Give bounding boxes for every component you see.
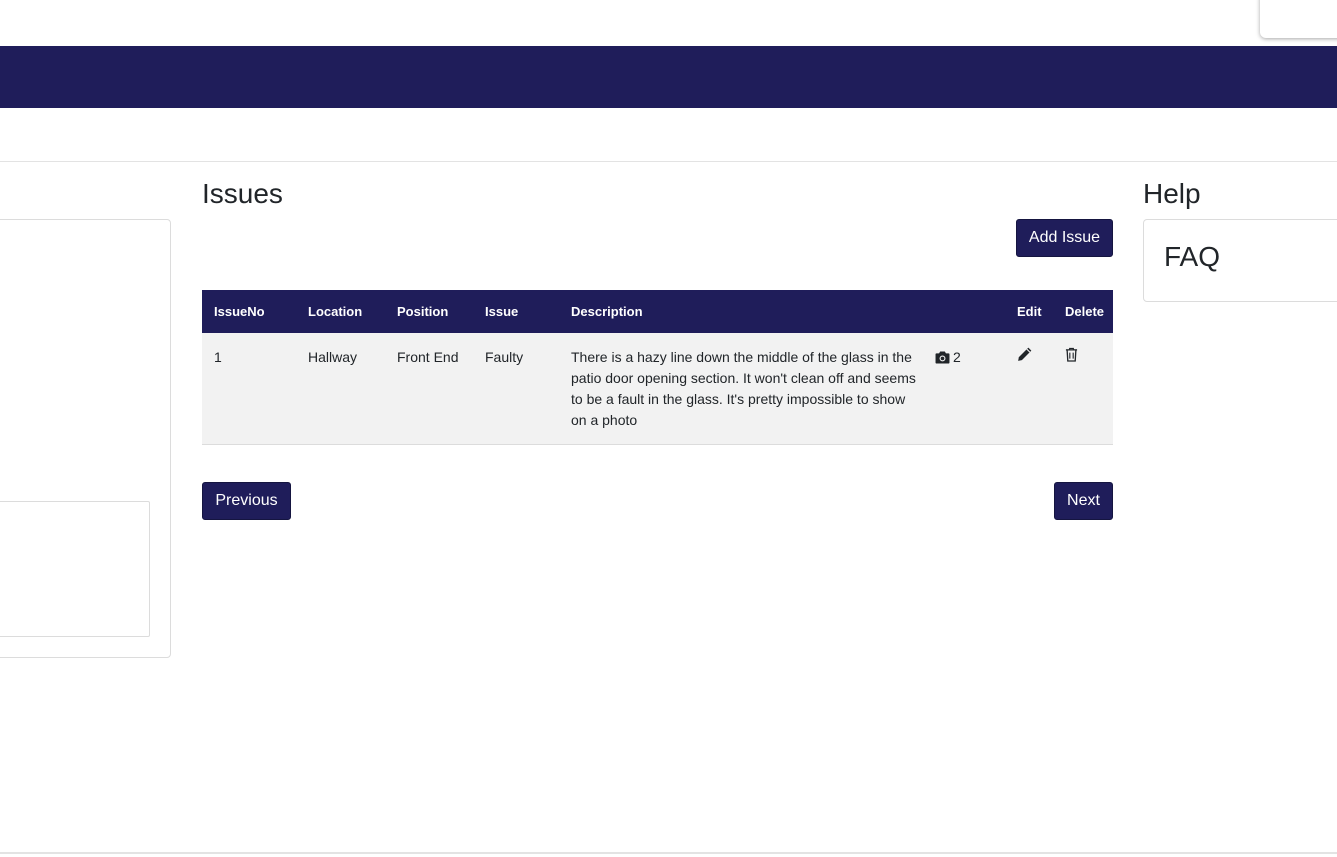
bottom-divider xyxy=(0,852,1337,854)
corner-popup xyxy=(1260,0,1337,38)
column-header-issueno: IssueNo xyxy=(214,304,265,319)
trash-icon xyxy=(1065,347,1078,362)
column-header-description: Description xyxy=(571,304,643,319)
top-header-bar xyxy=(0,46,1337,108)
delete-cell xyxy=(1053,333,1113,445)
column-header-location: Location xyxy=(308,304,363,319)
location-cell: Hallway xyxy=(308,349,358,365)
description-cell: There is a hazy line down the middle of … xyxy=(571,349,916,428)
edit-issue-button[interactable] xyxy=(1017,347,1032,362)
faq-title[interactable]: FAQ xyxy=(1164,240,1220,274)
table-header-row: IssueNo Location Position Issue Descript… xyxy=(202,290,1113,333)
issues-title: Issues xyxy=(202,178,283,209)
position-cell: Front End xyxy=(397,349,459,365)
column-header-issue: Issue xyxy=(485,304,519,319)
next-button[interactable]: Next xyxy=(1054,482,1113,520)
previous-button[interactable]: Previous xyxy=(202,482,291,520)
column-header-position: Position xyxy=(397,304,449,319)
photo-count: 2 xyxy=(953,349,961,365)
sub-navigation-bar xyxy=(0,108,1337,162)
left-panel-inner-box xyxy=(0,501,150,637)
photos-link[interactable]: 2 xyxy=(935,347,961,368)
edit-cell xyxy=(1005,333,1053,445)
delete-issue-button[interactable] xyxy=(1065,347,1078,362)
add-issue-button[interactable]: Add Issue xyxy=(1016,219,1113,257)
issue-number-cell: 1 xyxy=(214,349,222,365)
column-header-photos xyxy=(923,290,1005,333)
faq-card: FAQ xyxy=(1143,219,1337,302)
table-row: 1 Hallway Front End Faulty There is a ha… xyxy=(202,333,1113,445)
issues-table: IssueNo Location Position Issue Descript… xyxy=(202,290,1113,445)
issue-cell: Faulty xyxy=(485,349,524,365)
photos-cell: 2 xyxy=(923,333,1005,445)
camera-icon xyxy=(935,351,950,364)
column-header-delete: Delete xyxy=(1065,304,1105,319)
column-header-edit: Edit xyxy=(1017,304,1042,319)
pencil-icon xyxy=(1018,347,1032,361)
help-title: Help xyxy=(1143,178,1201,209)
